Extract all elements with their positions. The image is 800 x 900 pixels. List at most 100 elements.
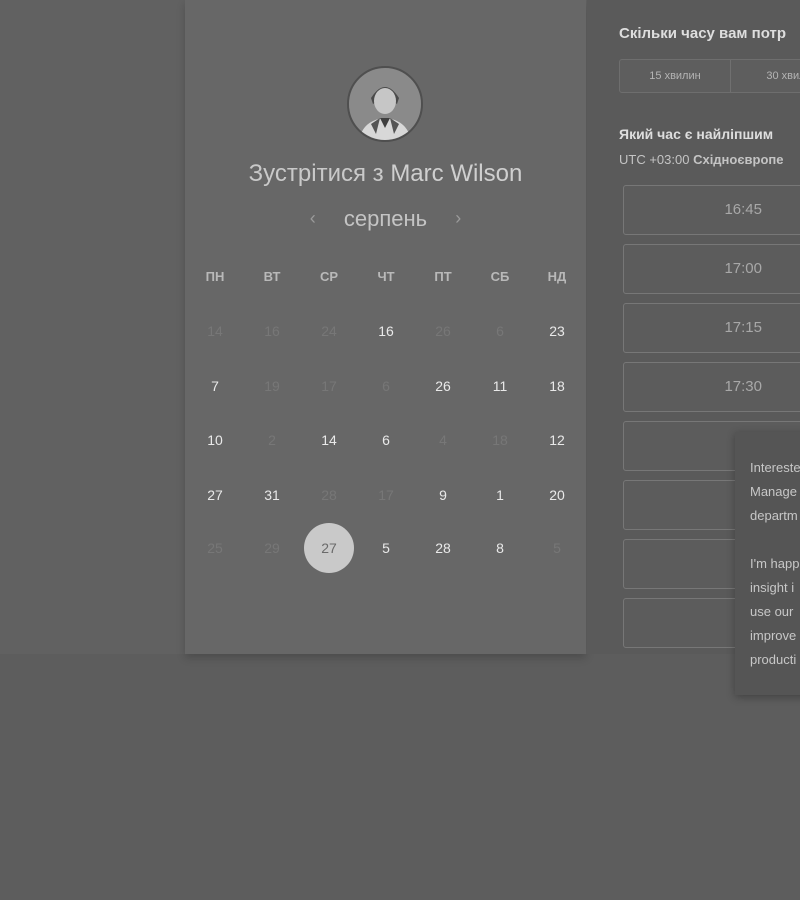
calendar-day: 24 [304,306,354,356]
calendar-day: 28 [304,470,354,520]
calendar-day[interactable]: 6 [361,415,411,465]
calendar-day: 2 [247,415,297,465]
weekday-label: ЧТ [377,269,395,284]
calendar-day-number: 12 [549,432,565,448]
host-name: Marc Wilson [390,160,523,187]
calendar-day[interactable]: 11 [475,361,525,411]
calendar-day[interactable]: 7 [190,361,240,411]
calendar-day[interactable]: 1 [475,470,525,520]
duration-option-30[interactable]: 30 хвил [731,60,800,92]
calendar-day[interactable]: 8 [475,523,525,573]
weekday-label: ВТ [263,269,281,284]
duration-question: Скільки часу вам потр [619,25,787,42]
calendar-day[interactable]: 26 [418,361,468,411]
popup-text-line: departm [750,508,798,523]
calendar-day: 14 [190,306,240,356]
calendar-card: Зустрітися з Marc Wilson ‹ серпень › ПН В… [185,0,586,654]
host-avatar [347,66,423,142]
duration-option-15[interactable]: 15 хвилин [620,60,731,92]
calendar-day[interactable]: 27 [190,470,240,520]
calendar-day-number: 27 [207,487,223,503]
calendar-day-number: 24 [321,323,337,339]
weekday-label: ПТ [434,269,452,284]
calendar-day[interactable]: 18 [532,361,582,411]
timezone-label: UTC +03:00 Східноєвропе [619,152,784,167]
chevron-left-icon[interactable]: ‹ [302,208,324,229]
calendar-day-number: 11 [492,378,508,394]
calendar-day: 4 [418,415,468,465]
meeting-title: Зустрітися з Marc Wilson [185,160,586,188]
calendar-day-number: 26 [435,378,451,394]
calendar-day-number: 4 [439,432,447,448]
month-navigation: ‹ серпень › [185,206,586,232]
popup-text-line: insight i [750,580,795,595]
calendar-day-number: 5 [553,540,561,556]
calendar-day[interactable]: 31 [247,470,297,520]
weekday-label: ПН [205,269,225,284]
calendar-day-number: 18 [492,432,508,448]
calendar-day-number: 9 [439,487,447,503]
calendar-day-number: 26 [435,323,451,339]
calendar-day-number: 14 [321,432,337,448]
duration-selector: 15 хвилин 30 хвил [619,59,800,93]
calendar-day-number: 23 [549,323,565,339]
calendar-day-number: 18 [549,378,565,394]
calendar-day-number: 28 [435,540,451,556]
calendar-day-number: 25 [207,540,223,556]
calendar-day[interactable]: 23 [532,306,582,356]
calendar-day-number: 10 [207,432,223,448]
calendar-day-number: 14 [207,323,223,339]
calendar-day-number: 27 [321,540,337,556]
calendar-day[interactable]: 5 [361,523,411,573]
calendar-day-number: 6 [382,432,390,448]
calendar-day[interactable]: 9 [418,470,468,520]
time-slot-button[interactable]: 17:30 [623,362,800,412]
calendar-day-number: 20 [549,487,565,503]
popup-text-line: use our [750,604,794,619]
calendar-day: 25 [190,523,240,573]
calendar-day-number: 29 [264,540,280,556]
calendar-day-number: 31 [264,487,280,503]
calendar-day: 16 [247,306,297,356]
calendar-day-number: 8 [496,540,504,556]
weekday-label: СР [319,269,339,284]
calendar-day-number: 5 [382,540,390,556]
chevron-right-icon[interactable]: › [447,208,469,229]
calendar-day[interactable]: 12 [532,415,582,465]
calendar-day: 17 [304,361,354,411]
timezone-name: Східноєвропе [693,152,784,167]
calendar-day[interactable]: 16 [361,306,411,356]
calendar-day: 19 [247,361,297,411]
calendar-day: 6 [475,306,525,356]
month-label: серпень [343,206,428,231]
calendar-day-number: 6 [496,323,504,339]
intro-message-popup: Intereste Manage departm I'm happ insight i u… [735,432,800,695]
calendar-day-number: 28 [321,487,337,503]
calendar-day[interactable]: 14 [304,415,354,465]
time-question: Який час є найліпшим [619,126,774,142]
title-prefix: Зустрітися з [248,160,384,187]
time-slot-button[interactable]: 17:15 [623,303,800,353]
calendar-day-number: 16 [378,323,394,339]
calendar-day[interactable]: 20 [532,470,582,520]
popup-text-line: I'm happ [750,556,800,571]
calendar-day-number: 16 [264,323,280,339]
calendar-day: 18 [475,415,525,465]
calendar-day: 6 [361,361,411,411]
calendar-day: 5 [532,523,582,573]
calendar-day[interactable]: 28 [418,523,468,573]
popup-text-line: improve [750,628,797,643]
calendar-day[interactable]: 10 [190,415,240,465]
calendar-day-selected[interactable]: 27 [304,523,354,573]
calendar-day-number: 19 [264,378,280,394]
popup-text-line: Manage [750,484,797,499]
calendar-day-number: 6 [382,378,390,394]
weekday-label: НД [547,269,567,284]
calendar-day-number: 1 [496,487,504,503]
popup-text-line: producti [750,652,797,667]
time-slot-button[interactable]: 16:45 [623,185,800,235]
time-slot-button[interactable]: 17:00 [623,244,800,294]
calendar-day: 26 [418,306,468,356]
timezone-offset: UTC +03:00 [619,152,690,167]
calendar-day-number: 17 [321,378,337,394]
